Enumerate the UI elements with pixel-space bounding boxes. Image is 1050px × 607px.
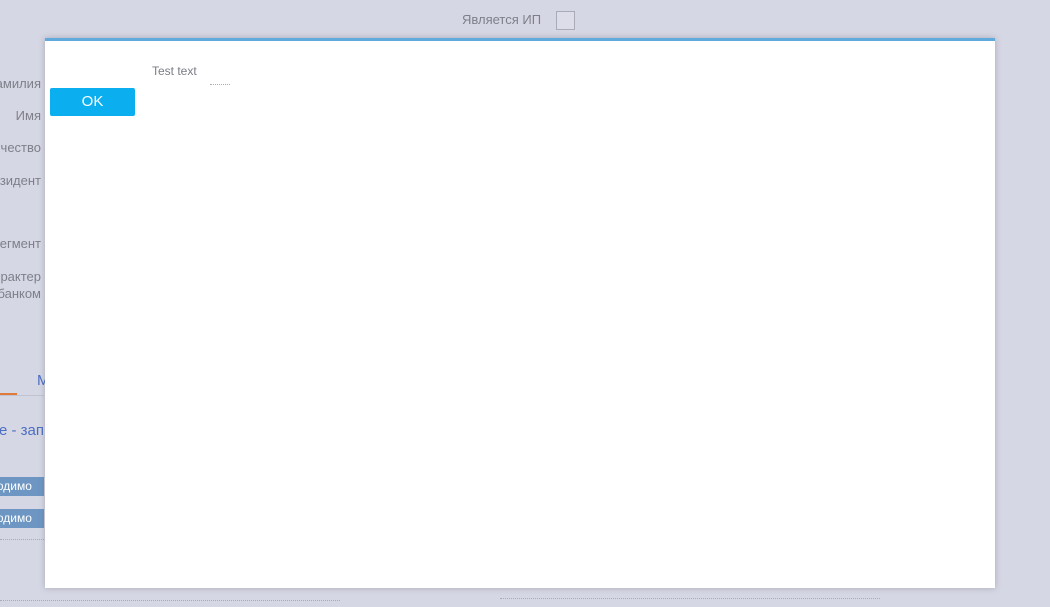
modal-text: Test text [152,64,197,78]
required-badge-text: ходимо [0,479,32,493]
tab-active[interactable]: я [0,372,17,396]
is-ip-label: Является ИП [462,12,542,27]
is-ip-checkbox[interactable] [556,11,575,30]
field-divider [0,539,44,540]
tabs-divider [0,395,44,396]
field-divider [0,600,340,601]
required-badge-text: ходимо [0,511,32,525]
segment-label: егмент [0,236,41,251]
modal-text-underline [210,84,230,85]
ok-button[interactable]: OK [50,88,135,116]
required-badge: ходимо [0,477,44,496]
name-label: Имя [15,108,41,123]
field-divider [500,598,880,599]
resident-label: зидент [0,173,41,188]
surname-label: амилия [0,76,41,91]
relation-label: рактер банком [0,268,41,302]
required-badge: ходимо [0,509,44,528]
modal-dialog: Test text OK [45,38,995,588]
relation-label-line1: рактер [0,269,41,284]
relation-label-line2: банком [0,286,41,301]
patronymic-label: чество [0,140,41,155]
background-link[interactable]: де - зап [0,422,44,439]
